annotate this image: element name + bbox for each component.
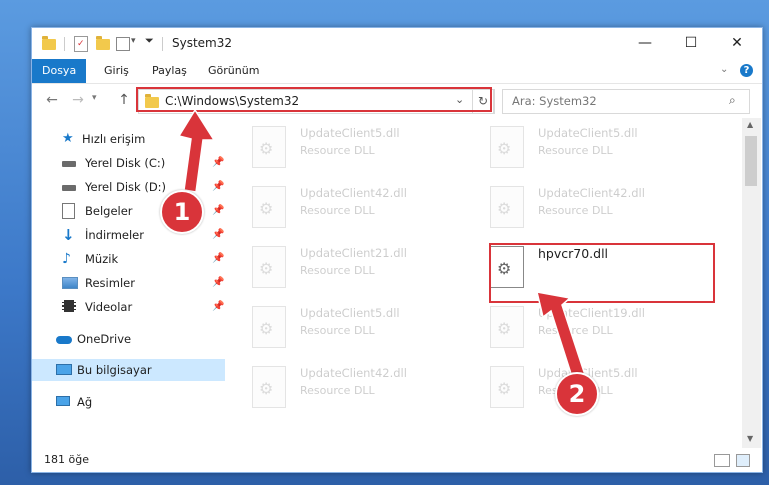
arrow-2: [536, 291, 586, 382]
step-badge-2: 2: [555, 372, 599, 416]
arrow-1: [177, 108, 216, 193]
annotation-arrows: [177, 108, 586, 382]
step-badge-1: 1: [160, 190, 204, 234]
